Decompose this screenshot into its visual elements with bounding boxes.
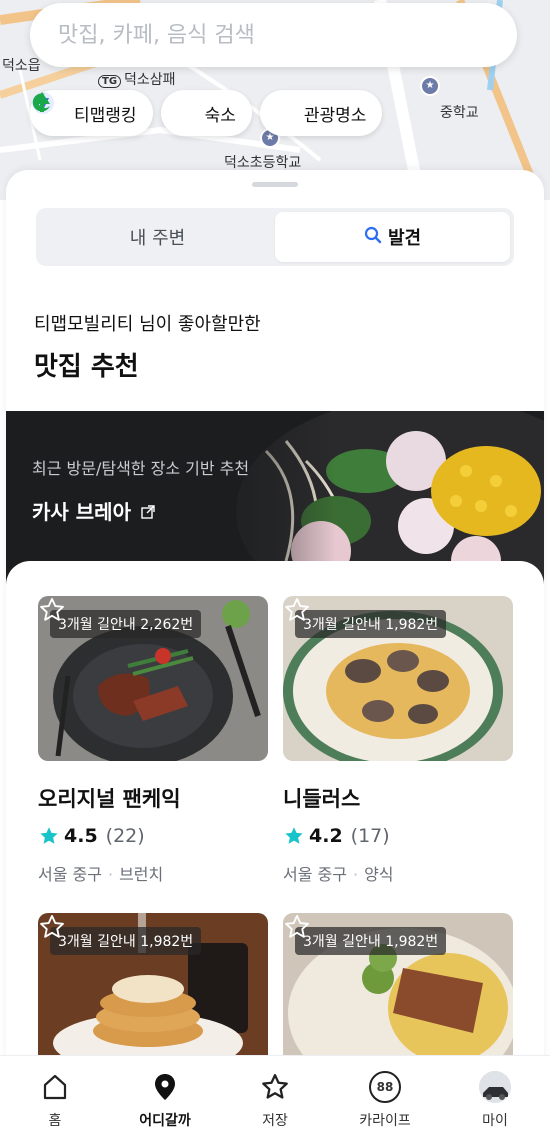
star-icon	[258, 1070, 292, 1104]
rating-score: 4.5	[64, 825, 98, 847]
favorite-star-icon[interactable]	[38, 596, 66, 624]
nav-my-label: 마이	[482, 1113, 508, 1129]
star-rating-icon	[285, 827, 303, 844]
map-label-station: TG 덕소삼패	[98, 69, 176, 89]
tab-discover[interactable]: 발견	[275, 212, 510, 262]
moon-icon	[32, 93, 199, 126]
restaurant-thumbnail[interactable]: 3개월 길안내 2,262번	[38, 596, 268, 761]
rating-score: 4.2	[309, 825, 343, 847]
favorite-star-icon[interactable]	[283, 596, 311, 624]
recommend-title: 맛집 추천	[34, 352, 139, 382]
restaurant-rating: 4.2 (17)	[283, 825, 513, 847]
home-icon	[38, 1070, 72, 1104]
restaurant-name: 니들러스	[283, 787, 361, 811]
restaurant-category: 브런치	[119, 865, 164, 884]
nav-carlife[interactable]: 88 카라이프	[340, 1056, 430, 1135]
car-life-icon: 88	[368, 1070, 402, 1104]
bottom-navigation: 홈 어디갈까 저장 88 카라이프 마이	[0, 1055, 550, 1135]
search-icon	[364, 226, 382, 249]
navigation-count-badge: 3개월 길안내 1,982번	[50, 927, 202, 955]
sheet-handle[interactable]	[252, 182, 298, 187]
restaurant-card[interactable]: 3개월 길안내 1,982번	[38, 913, 268, 1078]
tab-discover-label: 발견	[387, 228, 422, 249]
nav-home[interactable]: 홈	[10, 1056, 100, 1135]
banner-title[interactable]: 카사 브레아	[32, 496, 156, 525]
chip-lodging[interactable]: 숙소	[32, 90, 252, 136]
restaurant-category: 양식	[364, 865, 394, 884]
chip-attractions[interactable]: 관광명소	[34, 90, 383, 136]
tg-badge: TG	[98, 75, 122, 88]
restaurant-thumbnail[interactable]: 3개월 길안내 1,982번	[38, 913, 268, 1078]
school-poi-icon[interactable]: ★	[420, 76, 440, 96]
map-label-middle-school: 중학교	[440, 105, 479, 121]
tab-switcher: 내 주변 발견	[36, 208, 514, 266]
restaurant-thumbnail[interactable]: 3개월 길안내 1,982번	[283, 596, 513, 761]
restaurant-rating: 4.5 (22)	[38, 825, 268, 847]
map-label-deokso-eup: 덕소읍	[2, 58, 41, 74]
navigation-count-badge: 3개월 길안내 2,262번	[50, 610, 202, 638]
location-pin-icon	[148, 1070, 182, 1104]
restaurant-region: 서울 중구	[283, 865, 347, 884]
banner-title-text: 카사 브레아	[32, 500, 131, 524]
favorite-star-icon[interactable]	[38, 913, 66, 941]
nav-explore-label: 어디갈까	[139, 1113, 191, 1129]
chip-lodging-label: 숙소	[204, 105, 236, 126]
carlife-badge: 88	[369, 1071, 401, 1103]
review-count: (22)	[105, 825, 145, 847]
favorite-star-icon[interactable]	[283, 913, 311, 941]
avatar	[478, 1070, 512, 1104]
chip-attractions-label: 관광명소	[303, 105, 367, 126]
recommend-subtitle: 티맵모빌리티 님이 좋아할만한	[34, 314, 261, 335]
external-link-icon	[137, 505, 156, 523]
nav-saved-label: 저장	[262, 1113, 288, 1129]
search-bar[interactable]	[30, 3, 517, 67]
tab-nearby-label: 내 주변	[129, 228, 186, 249]
nav-carlife-label: 카라이프	[359, 1113, 411, 1129]
search-input[interactable]	[58, 22, 517, 48]
restaurant-meta: 서울 중구 · 양식	[283, 865, 394, 884]
restaurant-card[interactable]: 3개월 길안내 1,982번	[283, 913, 513, 1078]
chip-ranking-label: 티맵랭킹	[74, 105, 137, 126]
restaurant-thumbnail[interactable]: 3개월 길안내 1,982번	[283, 913, 513, 1078]
nav-explore[interactable]: 어디갈까	[120, 1056, 210, 1135]
review-count: (17)	[350, 825, 390, 847]
nav-saved[interactable]: 저장	[230, 1056, 320, 1135]
banner-subtitle: 최근 방문/탐색한 장소 기반 추천	[32, 459, 250, 478]
tab-nearby[interactable]: 내 주변	[40, 212, 275, 262]
station-label: 덕소삼패	[124, 72, 176, 88]
bottom-sheet: 내 주변 발견 티맵모빌리티 님이 좋아할만한 맛집 추천 최근 방문/탐색한 …	[6, 170, 544, 1081]
navigation-count-badge: 3개월 길안내 1,982번	[295, 927, 447, 955]
star-rating-icon	[40, 827, 58, 844]
restaurant-card[interactable]: 3개월 길안내 2,262번 오리지널 팬케익 4.5 (22) 서울 중구 · 브…	[38, 596, 268, 885]
restaurant-meta: 서울 중구 · 브런치	[38, 865, 164, 884]
nav-my[interactable]: 마이	[450, 1056, 540, 1135]
restaurant-name: 오리지널 팬케익	[38, 787, 181, 811]
restaurant-list: 3개월 길안내 2,262번 오리지널 팬케익 4.5 (22) 서울 중구 · 브…	[6, 561, 544, 1081]
restaurant-card[interactable]: 3개월 길안내 1,982번 니들러스 4.2 (17) 서울 중구 · 양식	[283, 596, 513, 885]
navigation-count-badge: 3개월 길안내 1,982번	[295, 610, 447, 638]
map-label-elementary-school: 덕소초등학교	[224, 155, 302, 171]
restaurant-region: 서울 중구	[38, 865, 102, 884]
tree-icon	[34, 92, 298, 126]
nav-home-label: 홈	[48, 1113, 62, 1129]
category-chips: 티맵랭킹 숙소 관광명소	[30, 90, 383, 136]
